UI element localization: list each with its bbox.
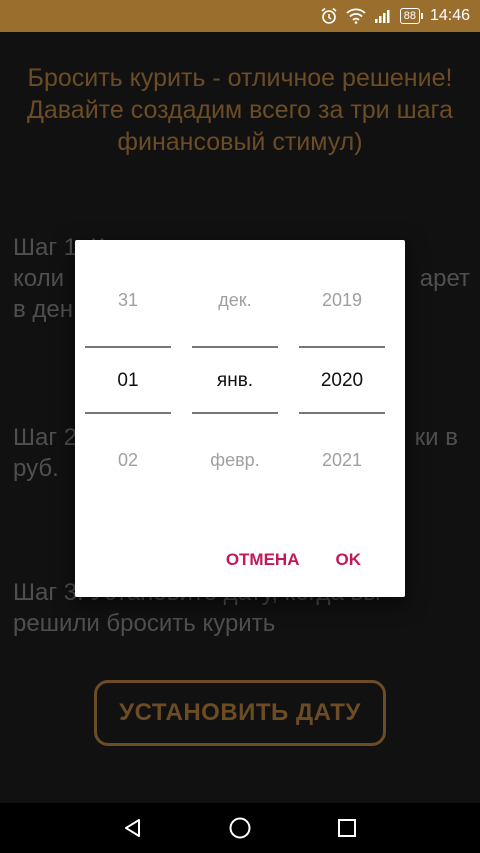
recents-icon[interactable]: [327, 808, 367, 848]
month-next-value[interactable]: февр.: [192, 450, 278, 471]
clock: 14:46: [429, 7, 470, 24]
alarm-icon: [320, 7, 338, 25]
status-bar: 88 14:46: [0, 0, 480, 32]
date-picker-dialog: 31 01 02 дек. янв. февр. 2019 2020 2021 …: [75, 240, 405, 597]
navigation-bar: [0, 803, 480, 853]
year-next-value[interactable]: 2021: [299, 450, 385, 471]
year-divider-top: [299, 346, 385, 348]
signal-icon: [374, 8, 392, 24]
ok-button[interactable]: OK: [318, 542, 406, 578]
day-prev-value[interactable]: 31: [85, 290, 171, 311]
year-picker[interactable]: 2019 2020 2021: [299, 240, 385, 500]
year-divider-bottom: [299, 412, 385, 414]
home-icon[interactable]: [220, 808, 260, 848]
battery-icon: 88: [399, 8, 424, 24]
month-divider-bottom: [192, 412, 278, 414]
month-divider-top: [192, 346, 278, 348]
month-picker[interactable]: дек. янв. февр.: [192, 240, 278, 500]
dialog-actions: ОТМЕНА OK: [208, 540, 405, 580]
day-selected-value[interactable]: 01: [85, 370, 171, 392]
month-selected-value[interactable]: янв.: [192, 370, 278, 392]
day-divider-bottom: [85, 412, 171, 414]
wifi-icon: [346, 8, 366, 24]
month-prev-value[interactable]: дек.: [192, 290, 278, 311]
year-selected-value[interactable]: 2020: [299, 370, 385, 392]
cancel-button[interactable]: ОТМЕНА: [208, 542, 318, 578]
year-prev-value[interactable]: 2019: [299, 290, 385, 311]
day-next-value[interactable]: 02: [85, 450, 171, 471]
back-icon[interactable]: [113, 808, 153, 848]
day-picker[interactable]: 31 01 02: [85, 240, 171, 500]
day-divider-top: [85, 346, 171, 348]
